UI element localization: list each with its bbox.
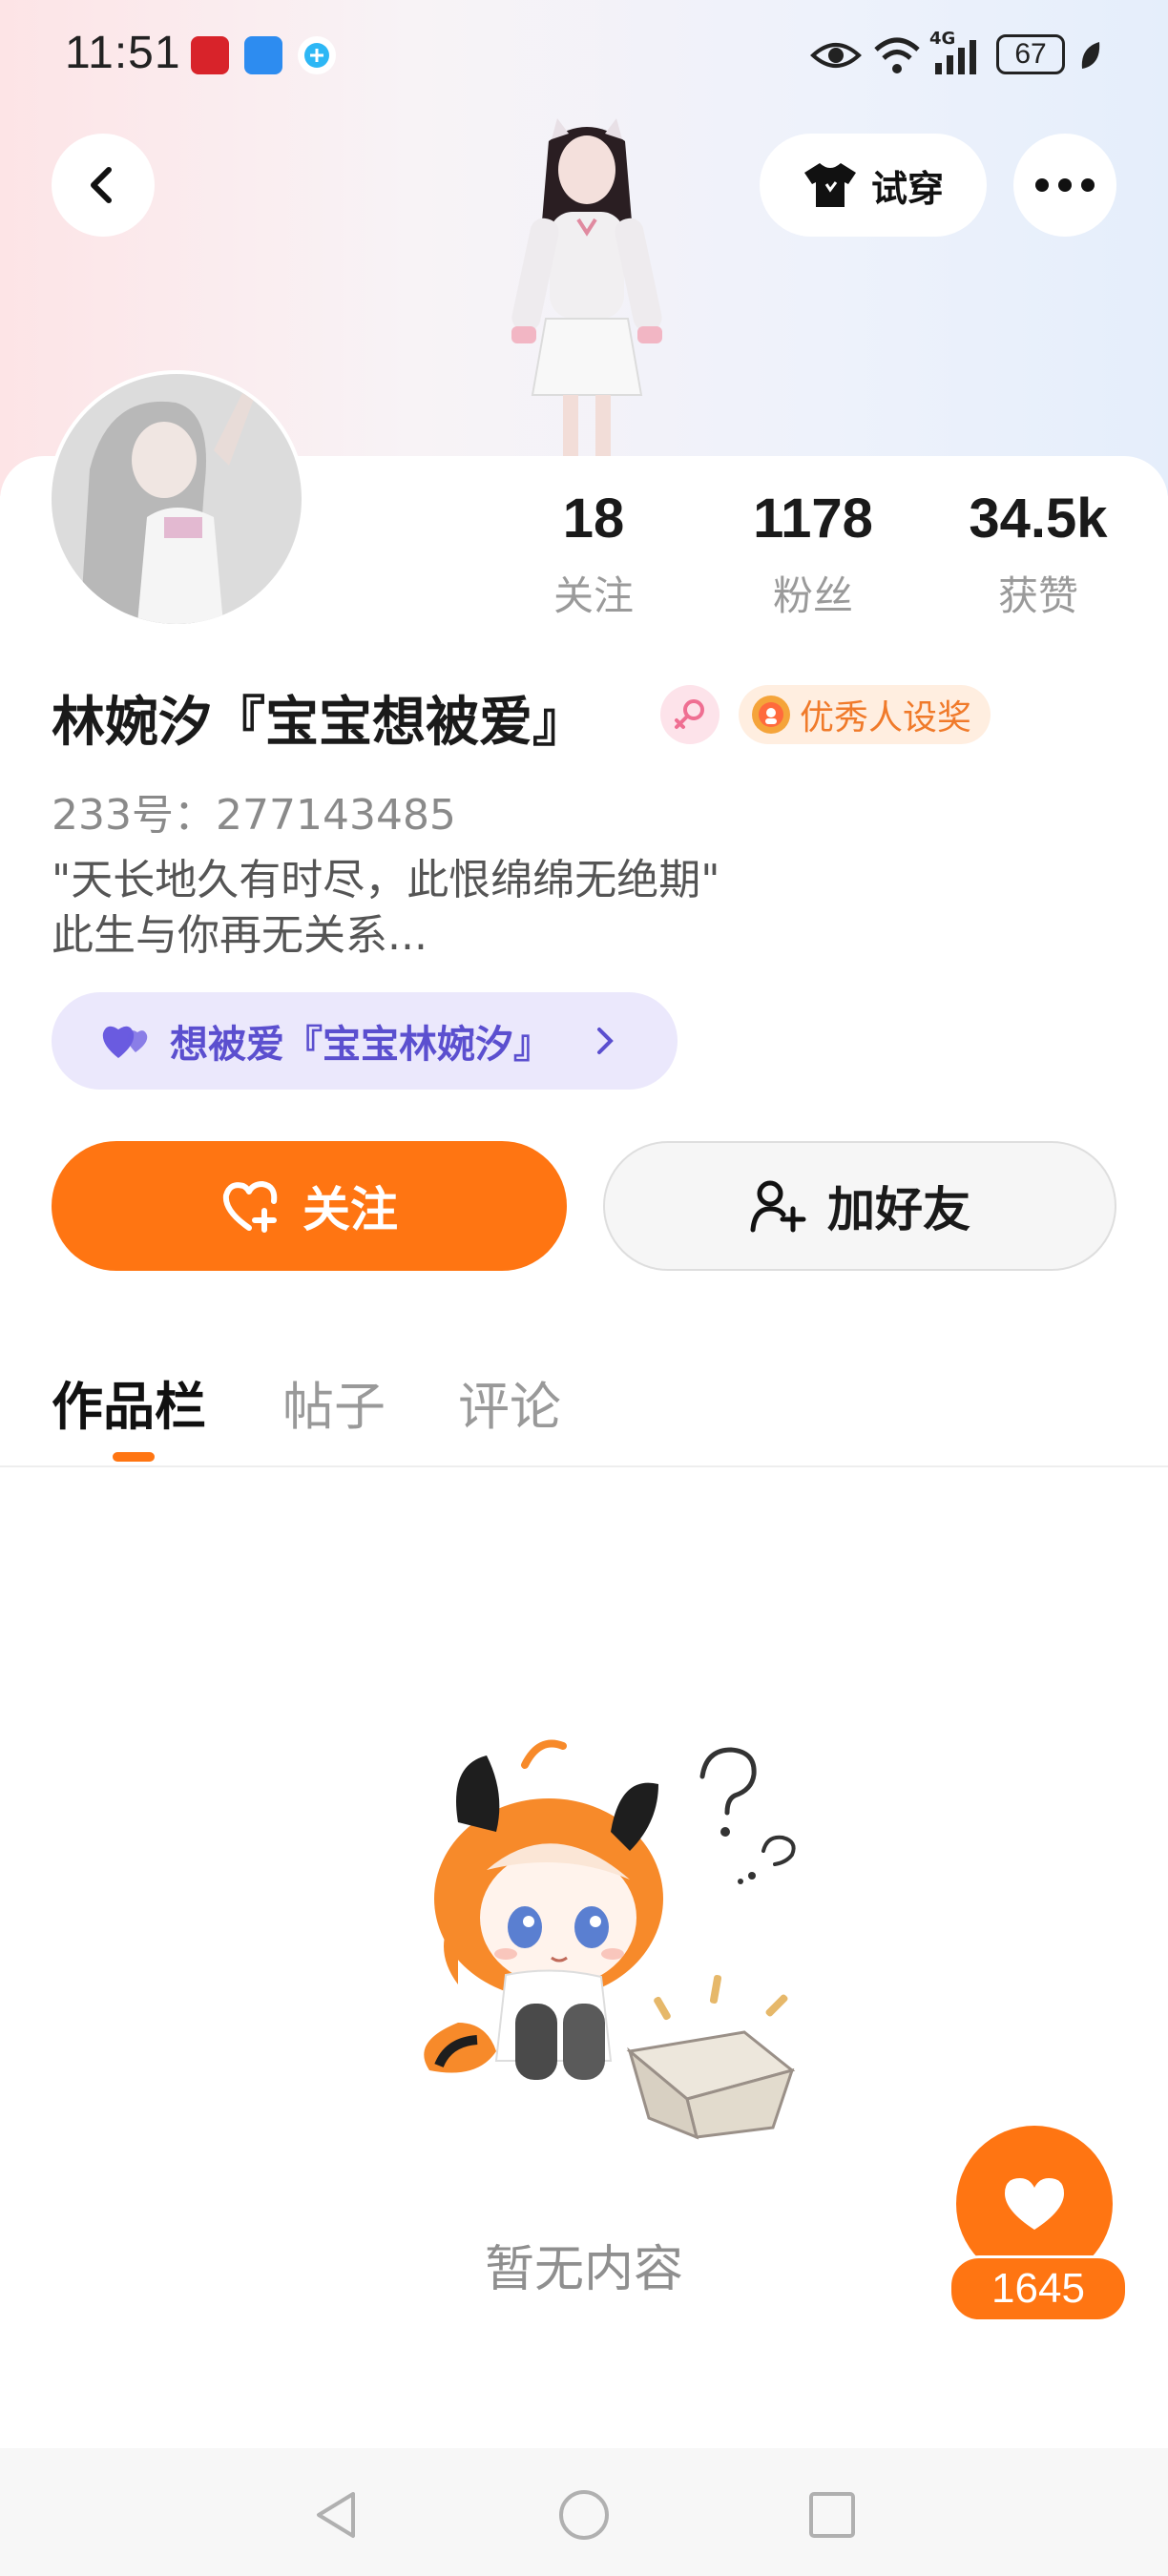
ellipsis-icon bbox=[1035, 178, 1095, 192]
heart-plus-icon bbox=[222, 1181, 278, 1233]
stat-label: 关注 bbox=[553, 572, 634, 619]
signal-icon bbox=[935, 40, 976, 74]
empty-state-illustration bbox=[424, 1739, 796, 2140]
tab-comments[interactable]: 评论 bbox=[458, 1364, 561, 1440]
female-icon bbox=[675, 699, 704, 729]
double-heart-icon bbox=[102, 1026, 148, 1058]
award-badge[interactable]: 优秀人设奖 bbox=[739, 685, 991, 744]
relationship-label: 想被爱『宝宝林婉汐』 bbox=[170, 1023, 552, 1067]
active-tab-indicator bbox=[113, 1452, 155, 1462]
battery-indicator: 67 bbox=[996, 34, 1065, 74]
follow-label: 关注 bbox=[302, 1182, 398, 1237]
avatar-image bbox=[52, 374, 302, 624]
app-notification-icon bbox=[191, 36, 229, 74]
content-tabs: 作品栏 帖子 评论 bbox=[0, 1355, 1168, 1467]
bio: "天长地久有时尽，此恨绵绵无绝期" 此生与你再无关系... bbox=[52, 853, 720, 964]
award-label: 优秀人设奖 bbox=[800, 698, 972, 737]
stat-value: 18 bbox=[562, 488, 625, 550]
browser-notification-icon bbox=[298, 36, 336, 74]
weather-notification-icon bbox=[244, 36, 282, 74]
stat-following[interactable]: 18 关注 bbox=[498, 487, 689, 622]
stat-value: 34.5k bbox=[969, 488, 1108, 550]
status-bar: 11:51 4G 67 bbox=[0, 0, 1168, 114]
avatar[interactable] bbox=[52, 374, 302, 624]
try-on-button[interactable]: 试穿 bbox=[760, 134, 987, 237]
eye-icon bbox=[810, 43, 862, 68]
tshirt-icon bbox=[803, 163, 856, 207]
stat-fans[interactable]: 1178 粉丝 bbox=[718, 487, 908, 622]
back-button[interactable] bbox=[52, 134, 155, 237]
stat-likes[interactable]: 34.5k 获赞 bbox=[943, 487, 1134, 622]
add-friend-button[interactable]: 加好友 bbox=[603, 1141, 1116, 1271]
bio-line: "天长地久有时尽，此恨绵绵无绝期" bbox=[52, 856, 720, 904]
like-count: 1645 bbox=[949, 2255, 1128, 2322]
status-time: 11:51 bbox=[65, 28, 181, 78]
tab-works[interactable]: 作品栏 bbox=[52, 1364, 206, 1440]
nav-home-icon[interactable] bbox=[557, 2488, 611, 2542]
chevron-right-icon bbox=[597, 1028, 614, 1054]
add-user-icon bbox=[750, 1180, 806, 1233]
tab-posts[interactable]: 帖子 bbox=[282, 1364, 386, 1440]
bio-line: 此生与你再无关系... bbox=[52, 911, 428, 960]
nav-back-icon[interactable] bbox=[311, 2488, 361, 2542]
stat-value: 1178 bbox=[753, 488, 873, 550]
medal-icon bbox=[752, 696, 790, 734]
add-friend-label: 加好友 bbox=[827, 1182, 970, 1237]
try-on-label: 试穿 bbox=[870, 167, 944, 210]
gender-badge bbox=[660, 685, 720, 744]
stat-label: 获赞 bbox=[997, 572, 1078, 619]
profile-name: 林婉汐『宝宝想被爱』 bbox=[52, 692, 586, 754]
follow-button[interactable]: 关注 bbox=[52, 1141, 567, 1271]
more-options-button[interactable] bbox=[1013, 134, 1116, 237]
relationship-chip[interactable]: 想被爱『宝宝林婉汐』 bbox=[52, 992, 678, 1090]
heart-icon bbox=[1005, 2178, 1064, 2230]
system-nav-bar bbox=[0, 2448, 1168, 2576]
nav-recents-icon[interactable] bbox=[807, 2490, 857, 2540]
leaf-icon bbox=[1081, 42, 1100, 69]
stat-label: 粉丝 bbox=[772, 572, 853, 619]
character-3d-figure bbox=[511, 118, 662, 458]
user-id[interactable]: 233号：277143485 bbox=[52, 780, 456, 841]
wifi-icon bbox=[874, 37, 920, 73]
chevron-left-icon bbox=[91, 167, 112, 203]
